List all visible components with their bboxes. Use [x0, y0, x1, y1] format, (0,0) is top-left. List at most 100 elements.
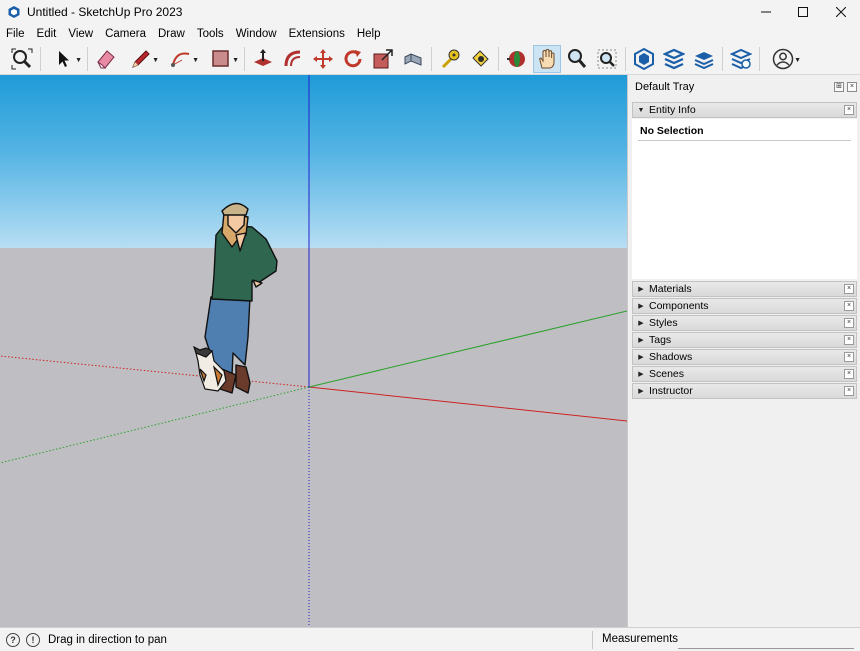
- tape-measure-icon[interactable]: [436, 45, 464, 73]
- panel-shadows[interactable]: ▶ Shadows ×: [632, 349, 857, 365]
- divider: [638, 140, 851, 141]
- panel-label: Tags: [649, 334, 672, 346]
- collapsed-triangle-icon: ▶: [638, 337, 644, 344]
- panel-tags[interactable]: ▶ Tags ×: [632, 332, 857, 348]
- red-axis-positive: [308, 386, 627, 422]
- toolbar: ▼ ▼ ▼ ▼ ▼: [0, 43, 860, 75]
- close-panel-icon[interactable]: ×: [844, 301, 854, 311]
- rotate-icon[interactable]: [339, 45, 367, 73]
- layout-icon[interactable]: [690, 45, 718, 73]
- menu-edit[interactable]: Edit: [31, 28, 63, 40]
- paint-bucket-icon[interactable]: [466, 45, 494, 73]
- default-tray: Default Tray ⊞ × ▼ Entity Info × No Sele…: [627, 75, 860, 627]
- offset-icon[interactable]: [279, 45, 307, 73]
- push-pull-icon[interactable]: [249, 45, 277, 73]
- info-icon[interactable]: !: [26, 632, 40, 647]
- toolbar-separator: [87, 46, 88, 71]
- 3d-warehouse-icon[interactable]: [630, 45, 658, 73]
- sketchup-window: Untitled - SketchUp Pro 2023 File Edit V…: [0, 0, 860, 651]
- menu-bar: File Edit View Camera Draw Tools Window …: [0, 24, 860, 43]
- panel-label: Styles: [649, 317, 678, 329]
- measurements-input[interactable]: [678, 631, 854, 649]
- account-icon[interactable]: ▼: [764, 45, 802, 73]
- entity-info-status: No Selection: [640, 125, 704, 137]
- menu-window[interactable]: Window: [230, 28, 283, 40]
- panel-entity-info[interactable]: ▼ Entity Info ×: [632, 102, 857, 118]
- close-panel-icon[interactable]: ×: [844, 105, 854, 115]
- menu-draw[interactable]: Draw: [152, 28, 191, 40]
- toolbar-separator: [244, 46, 245, 71]
- panel-label: Materials: [649, 283, 692, 295]
- panel-styles[interactable]: ▶ Styles ×: [632, 315, 857, 331]
- panel-materials[interactable]: ▶ Materials ×: [632, 281, 857, 297]
- toolbar-separator: [722, 46, 723, 71]
- panel-instructor[interactable]: ▶ Instructor ×: [632, 383, 857, 399]
- toolbar-separator: [431, 46, 432, 71]
- menu-view[interactable]: View: [62, 28, 99, 40]
- toolbar-separator: [625, 46, 626, 71]
- close-panel-icon[interactable]: ×: [844, 284, 854, 294]
- scale-icon[interactable]: [369, 45, 397, 73]
- close-panel-icon[interactable]: ×: [844, 318, 854, 328]
- collapsed-triangle-icon: ▶: [638, 371, 644, 378]
- zoom-window-icon[interactable]: [593, 45, 621, 73]
- toolbar-separator: [40, 46, 41, 71]
- close-panel-icon[interactable]: ×: [844, 352, 854, 362]
- close-icon[interactable]: [822, 0, 860, 24]
- panel-label: Components: [649, 300, 709, 312]
- close-panel-icon[interactable]: ×: [844, 369, 854, 379]
- zoom-extents-icon[interactable]: [8, 45, 36, 73]
- maximize-icon[interactable]: [784, 0, 822, 24]
- arc-icon[interactable]: ▼: [162, 45, 200, 73]
- zoom-icon[interactable]: [563, 45, 591, 73]
- collapsed-triangle-icon: ▶: [638, 354, 644, 361]
- menu-help[interactable]: Help: [351, 28, 387, 40]
- green-axis-negative: [0, 386, 310, 464]
- expanded-triangle-icon: ▼: [637, 106, 645, 114]
- select-icon[interactable]: ▼: [45, 45, 83, 73]
- divider: [592, 631, 593, 649]
- status-bar: ? ! Drag in direction to pan Measurement…: [0, 627, 860, 651]
- panel-components[interactable]: ▶ Components ×: [632, 298, 857, 314]
- entity-info-body: No Selection: [632, 119, 857, 279]
- extension-warehouse-icon[interactable]: [660, 45, 688, 73]
- window-title: Untitled - SketchUp Pro 2023: [27, 5, 183, 19]
- tray-header: Default Tray ⊞ ×: [628, 75, 860, 99]
- panel-label: Shadows: [649, 351, 693, 363]
- axes-and-figure: [0, 75, 627, 627]
- green-axis-positive: [308, 310, 627, 388]
- move-icon[interactable]: [309, 45, 337, 73]
- panel-label: Scenes: [649, 368, 685, 380]
- orbit-icon[interactable]: [503, 45, 531, 73]
- sketchup-logo-icon: [7, 5, 21, 19]
- close-panel-icon[interactable]: ×: [844, 335, 854, 345]
- menu-file[interactable]: File: [0, 28, 31, 40]
- close-tray-icon[interactable]: ×: [847, 82, 857, 92]
- collapsed-triangle-icon: ▶: [638, 388, 644, 395]
- extension-manager-icon[interactable]: [727, 45, 755, 73]
- eraser-icon[interactable]: [92, 45, 120, 73]
- panel-label: Entity Info: [649, 104, 696, 116]
- menu-extensions[interactable]: Extensions: [283, 28, 351, 40]
- panel-label: Instructor: [649, 385, 693, 397]
- follow-me-icon[interactable]: [399, 45, 427, 73]
- pencil-line-icon[interactable]: ▼: [122, 45, 160, 73]
- collapsed-triangle-icon: ▶: [638, 286, 644, 293]
- status-message: Drag in direction to pan: [48, 633, 167, 646]
- model-viewport[interactable]: [0, 75, 627, 627]
- minimize-icon[interactable]: [747, 0, 785, 24]
- red-axis-negative: [0, 355, 310, 388]
- pan-icon[interactable]: [533, 44, 561, 73]
- geo-location-icon[interactable]: ?: [6, 632, 20, 647]
- toolbar-separator: [498, 46, 499, 71]
- toolbar-separator: [759, 46, 760, 71]
- rectangle-icon[interactable]: ▼: [202, 45, 240, 73]
- title-bar: Untitled - SketchUp Pro 2023: [0, 0, 860, 24]
- tray-title: Default Tray: [635, 81, 695, 93]
- panel-scenes[interactable]: ▶ Scenes ×: [632, 366, 857, 382]
- menu-camera[interactable]: Camera: [99, 28, 152, 40]
- close-panel-icon[interactable]: ×: [844, 386, 854, 396]
- collapsed-triangle-icon: ▶: [638, 320, 644, 327]
- menu-tools[interactable]: Tools: [191, 28, 230, 40]
- pin-icon[interactable]: ⊞: [834, 82, 844, 92]
